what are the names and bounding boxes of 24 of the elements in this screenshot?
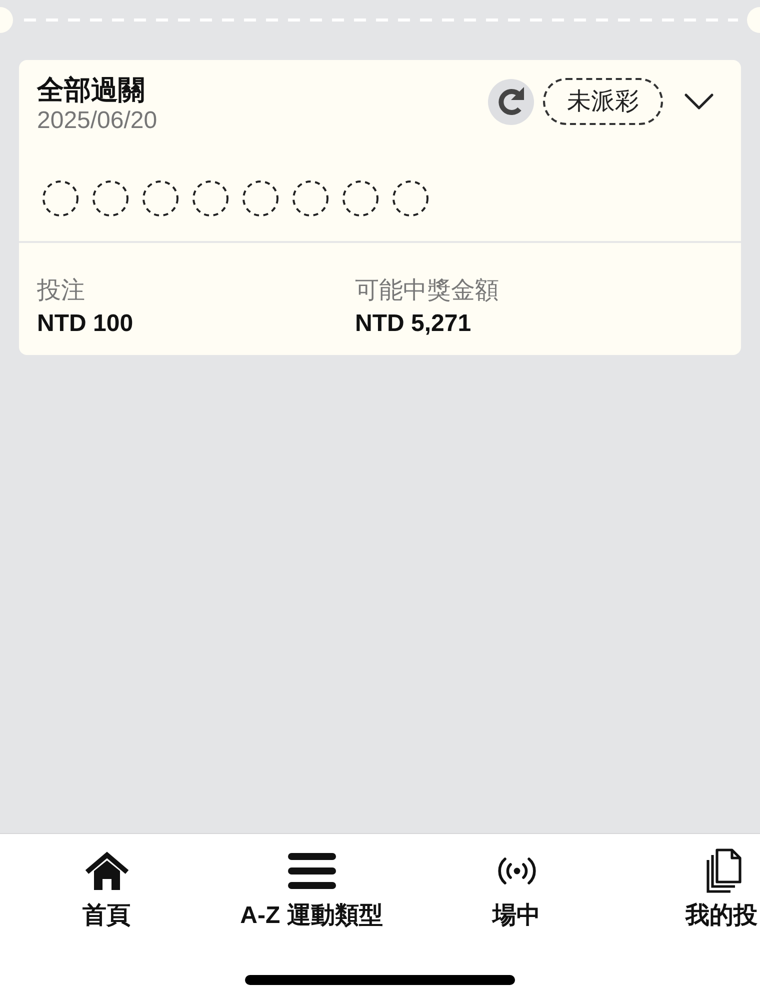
nav-tab[interactable]: A-Z 運動類型 (240, 848, 383, 931)
stake-label: 投注 (37, 277, 86, 305)
menu-icon (288, 853, 336, 889)
nav-tab[interactable]: 場中 (492, 848, 540, 931)
chevron-icon[interactable] (684, 92, 714, 110)
potential-win-label: 可能中獎金額 (355, 277, 500, 305)
dashed-circle-icon (342, 180, 379, 217)
dashed-circle-icon (142, 180, 179, 217)
broadcast-icon (496, 856, 536, 886)
bet-title: 全部過關 (37, 74, 146, 106)
nav-tab[interactable]: 我的投 (686, 848, 758, 931)
refresh-icon[interactable] (488, 78, 534, 124)
home-icon (84, 851, 130, 891)
potential-win-value: NTD 5,271 (355, 309, 472, 339)
dashed-circle-icon (92, 180, 129, 217)
nav-tab[interactable]: 首頁 (82, 848, 130, 931)
status-badge: 未派彩 (543, 78, 663, 125)
dashed-circle-icon (392, 180, 429, 217)
dashed-circle-icon (292, 180, 329, 217)
stake-value: NTD 100 (37, 309, 134, 339)
bet-date: 2025/06/20 (37, 106, 158, 136)
dashed-circle-icon (242, 180, 279, 217)
dashed-circle-icon (192, 180, 229, 217)
dashed-circle-icon (42, 180, 79, 217)
